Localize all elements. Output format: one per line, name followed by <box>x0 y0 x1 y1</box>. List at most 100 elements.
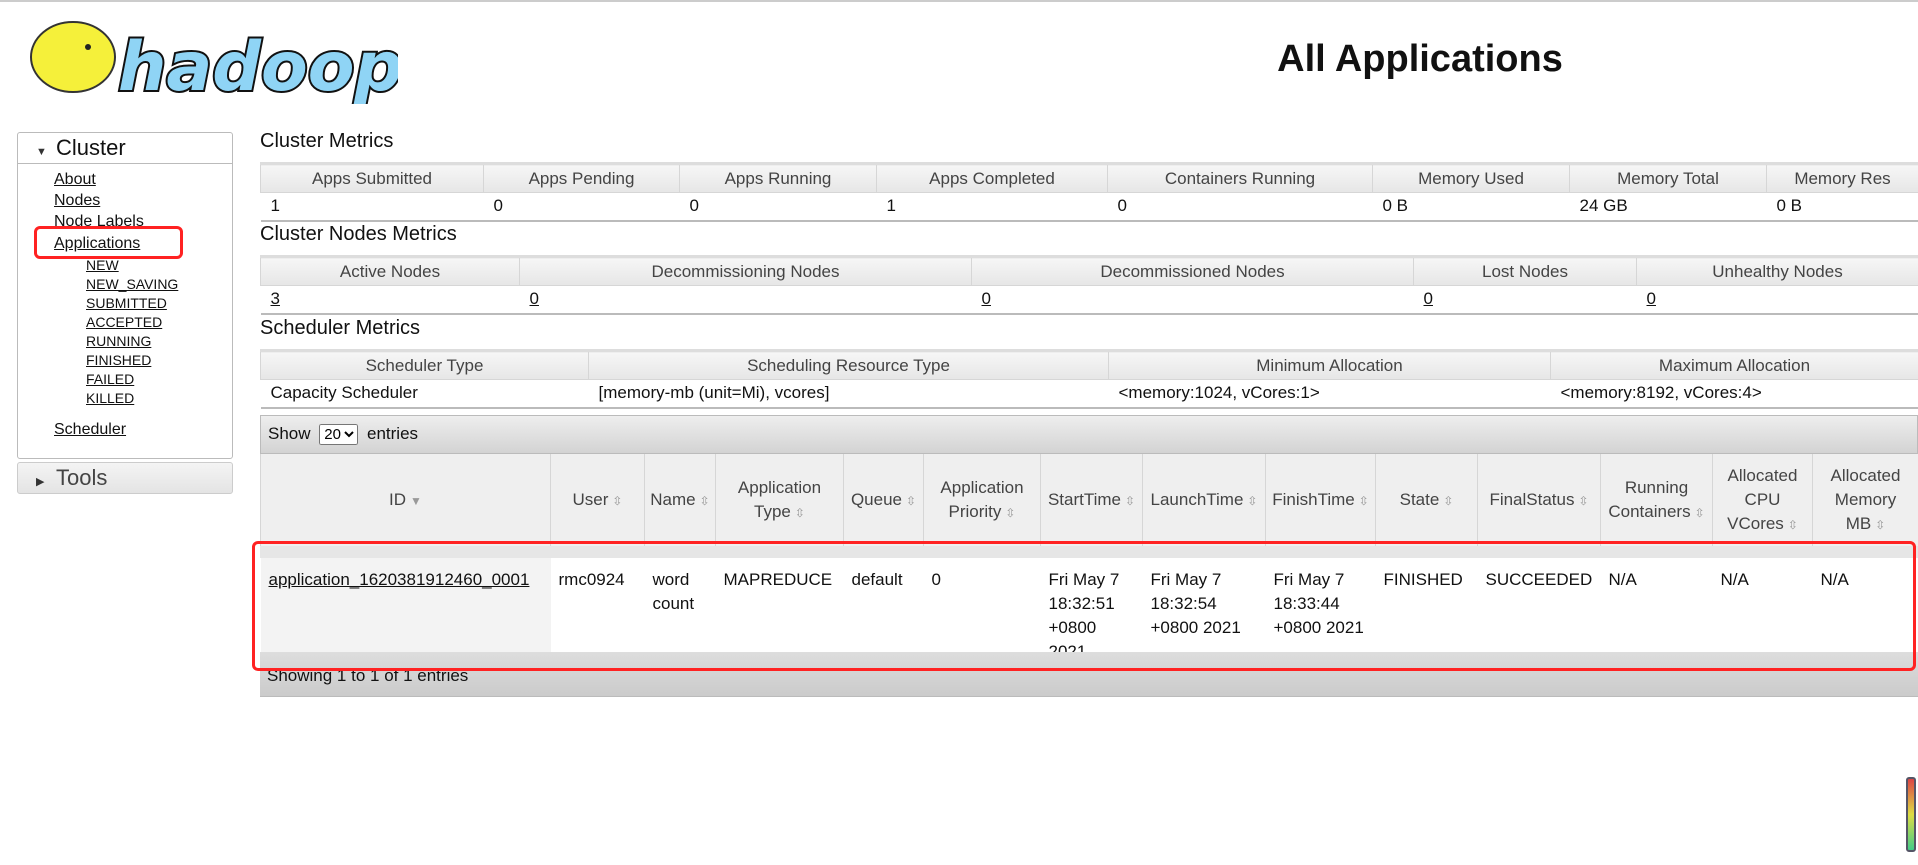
highlight-box <box>34 226 183 259</box>
sort-icon[interactable]: ⇳ <box>1578 494 1588 508</box>
hadoop-logo: hadoop <box>30 21 398 104</box>
sort-icon[interactable]: ⇳ <box>1875 518 1885 532</box>
column-header[interactable]: Running Containers ⇳ <box>1600 454 1713 553</box>
sort-icon[interactable]: ⇳ <box>700 494 710 508</box>
sort-icon[interactable]: ⇳ <box>1247 494 1257 508</box>
column-header[interactable]: FinishTime ⇳ <box>1265 454 1376 553</box>
header-row: Apps Submitted Apps Pending Apps Running Ap… <box>260 162 1918 193</box>
scheduler-metrics-title: Scheduler Metrics <box>260 317 421 339</box>
link-state-submitted[interactable]: SUBMITTED <box>86 294 232 313</box>
metric-cell: Capacity Scheduler <box>260 379 589 409</box>
link-state-running[interactable]: RUNNING <box>86 332 232 351</box>
sort-icon[interactable]: ⇳ <box>1695 506 1705 520</box>
header-label: Name <box>650 489 696 509</box>
header-row: Scheduler Type Scheduling Resource Type Mi… <box>260 349 1918 380</box>
metric-link[interactable]: 3 <box>271 289 280 308</box>
column-header[interactable]: Queue ⇳ <box>843 454 924 553</box>
scheduler-metrics-table: Scheduler Type Scheduling Resource Type Mi… <box>260 349 1918 409</box>
column-header[interactable]: Allocated CPU VCores ⇳ <box>1712 454 1813 553</box>
value-row: Capacity Scheduler [memory-mb (unit=Mi), … <box>260 379 1918 409</box>
header-label: LaunchTime <box>1150 489 1244 509</box>
cluster-label: Cluster <box>56 135 126 160</box>
header-label: FinalStatus <box>1489 489 1575 509</box>
header-label: Allocated CPU VCores <box>1727 465 1798 533</box>
cluster-header[interactable]: ▼ Cluster <box>18 133 232 164</box>
column-header: Scheduling Resource Type <box>588 349 1109 380</box>
tools-header[interactable]: ▶ Tools <box>17 462 233 494</box>
column-header: Maximum Allocation <box>1550 349 1918 380</box>
column-header: Decommissioning Nodes <box>519 255 972 286</box>
header-label: ID <box>389 489 407 509</box>
header-label: Allocated Memory MB <box>1830 465 1901 533</box>
metric-cell: 0 <box>1107 192 1373 222</box>
column-header[interactable]: Name ⇳ <box>644 454 716 553</box>
tools-label: Tools <box>56 465 108 490</box>
metric-cell: 24 GB <box>1569 192 1767 222</box>
link-scheduler[interactable]: Scheduler <box>54 419 232 440</box>
metric-cell: 0 <box>679 192 877 222</box>
link-state-finished[interactable]: FINISHED <box>86 351 232 370</box>
sort-icon[interactable]: ⇳ <box>1005 506 1015 520</box>
sort-icon[interactable]: ⇳ <box>1125 494 1135 508</box>
metric-cell: 0 <box>483 192 680 222</box>
column-header[interactable]: Allocated Memory MB ⇳ <box>1812 454 1918 553</box>
link-about[interactable]: About <box>54 169 232 190</box>
metric-link[interactable]: 0 <box>982 289 991 308</box>
sort-icon[interactable]: ⇳ <box>906 494 916 508</box>
metric-cell: 0 <box>1636 285 1918 315</box>
page-title: All Applications <box>1277 38 1563 80</box>
column-header[interactable]: LaunchTime ⇳ <box>1142 454 1266 553</box>
column-header[interactable]: FinalStatus ⇳ <box>1477 454 1601 553</box>
column-header: Apps Completed <box>876 162 1108 193</box>
highlight-box <box>252 541 1916 671</box>
metric-link[interactable]: 0 <box>1424 289 1433 308</box>
show-label: Show <box>268 424 311 443</box>
link-state-failed[interactable]: FAILED <box>86 370 232 389</box>
column-header: Minimum Allocation <box>1108 349 1551 380</box>
table-toolbar: Show 20 entries <box>260 415 1918 454</box>
metric-cell: <memory:8192, vCores:4> <box>1550 379 1918 409</box>
caret-right-icon: ▶ <box>36 476 45 488</box>
metric-cell: 1 <box>260 192 484 222</box>
metric-cell: 3 <box>260 285 520 315</box>
header-label: User <box>572 489 609 509</box>
metric-cell: 0 B <box>1766 192 1918 222</box>
column-header: Containers Running <box>1107 162 1373 193</box>
nodes-metrics-title: Cluster Nodes Metrics <box>260 223 457 245</box>
column-header: Unhealthy Nodes <box>1636 255 1918 286</box>
column-header[interactable]: State ⇳ <box>1375 454 1478 553</box>
entries-label: entries <box>367 424 419 443</box>
column-header[interactable]: StartTime ⇳ <box>1040 454 1143 553</box>
link-state-killed[interactable]: KILLED <box>86 389 232 408</box>
header-label: Queue <box>850 489 902 509</box>
metric-cell: 0 <box>971 285 1414 315</box>
metric-link[interactable]: 0 <box>1647 289 1656 308</box>
link-state-accepted[interactable]: ACCEPTED <box>86 313 232 332</box>
header-label: StartTime <box>1047 489 1121 509</box>
column-header[interactable]: User ⇳ <box>550 454 645 553</box>
column-header: Memory Used <box>1372 162 1570 193</box>
nodes-metrics-table: Active Nodes Decommissioning Nodes Decommi… <box>260 255 1918 315</box>
entries-select[interactable]: 20 <box>319 424 359 445</box>
svg-text:hadoop: hadoop <box>118 28 398 104</box>
sort-icon[interactable]: ⇳ <box>1788 518 1798 532</box>
header-row: ID ▼ User ⇳ Name ⇳ Application Type ⇳ Queue ⇳ Appl… <box>260 454 1918 553</box>
sort-icon[interactable]: ▼ <box>410 494 422 508</box>
sort-icon[interactable]: ⇳ <box>1443 494 1453 508</box>
header-label: State <box>1399 489 1440 509</box>
cluster-metrics-table: Apps Submitted Apps Pending Apps Running Ap… <box>260 162 1918 222</box>
metric-cell: [memory-mb (unit=Mi), vcores] <box>588 379 1109 409</box>
column-header: Active Nodes <box>260 255 520 286</box>
column-header[interactable]: ID ▼ <box>260 454 551 553</box>
sort-icon[interactable]: ⇳ <box>795 506 805 520</box>
column-header[interactable]: Application Type ⇳ <box>715 454 844 553</box>
sort-icon[interactable]: ⇳ <box>1359 494 1369 508</box>
link-nodes[interactable]: Nodes <box>54 190 232 211</box>
column-header: Memory Res <box>1766 162 1918 193</box>
header-row: Active Nodes Decommissioning Nodes Decommi… <box>260 255 1918 286</box>
link-state-new-saving[interactable]: NEW_SAVING <box>86 275 232 294</box>
sort-icon[interactable]: ⇳ <box>612 494 622 508</box>
metric-cell: 0 B <box>1372 192 1570 222</box>
column-header[interactable]: Application Priority ⇳ <box>923 454 1041 553</box>
metric-link[interactable]: 0 <box>530 289 539 308</box>
